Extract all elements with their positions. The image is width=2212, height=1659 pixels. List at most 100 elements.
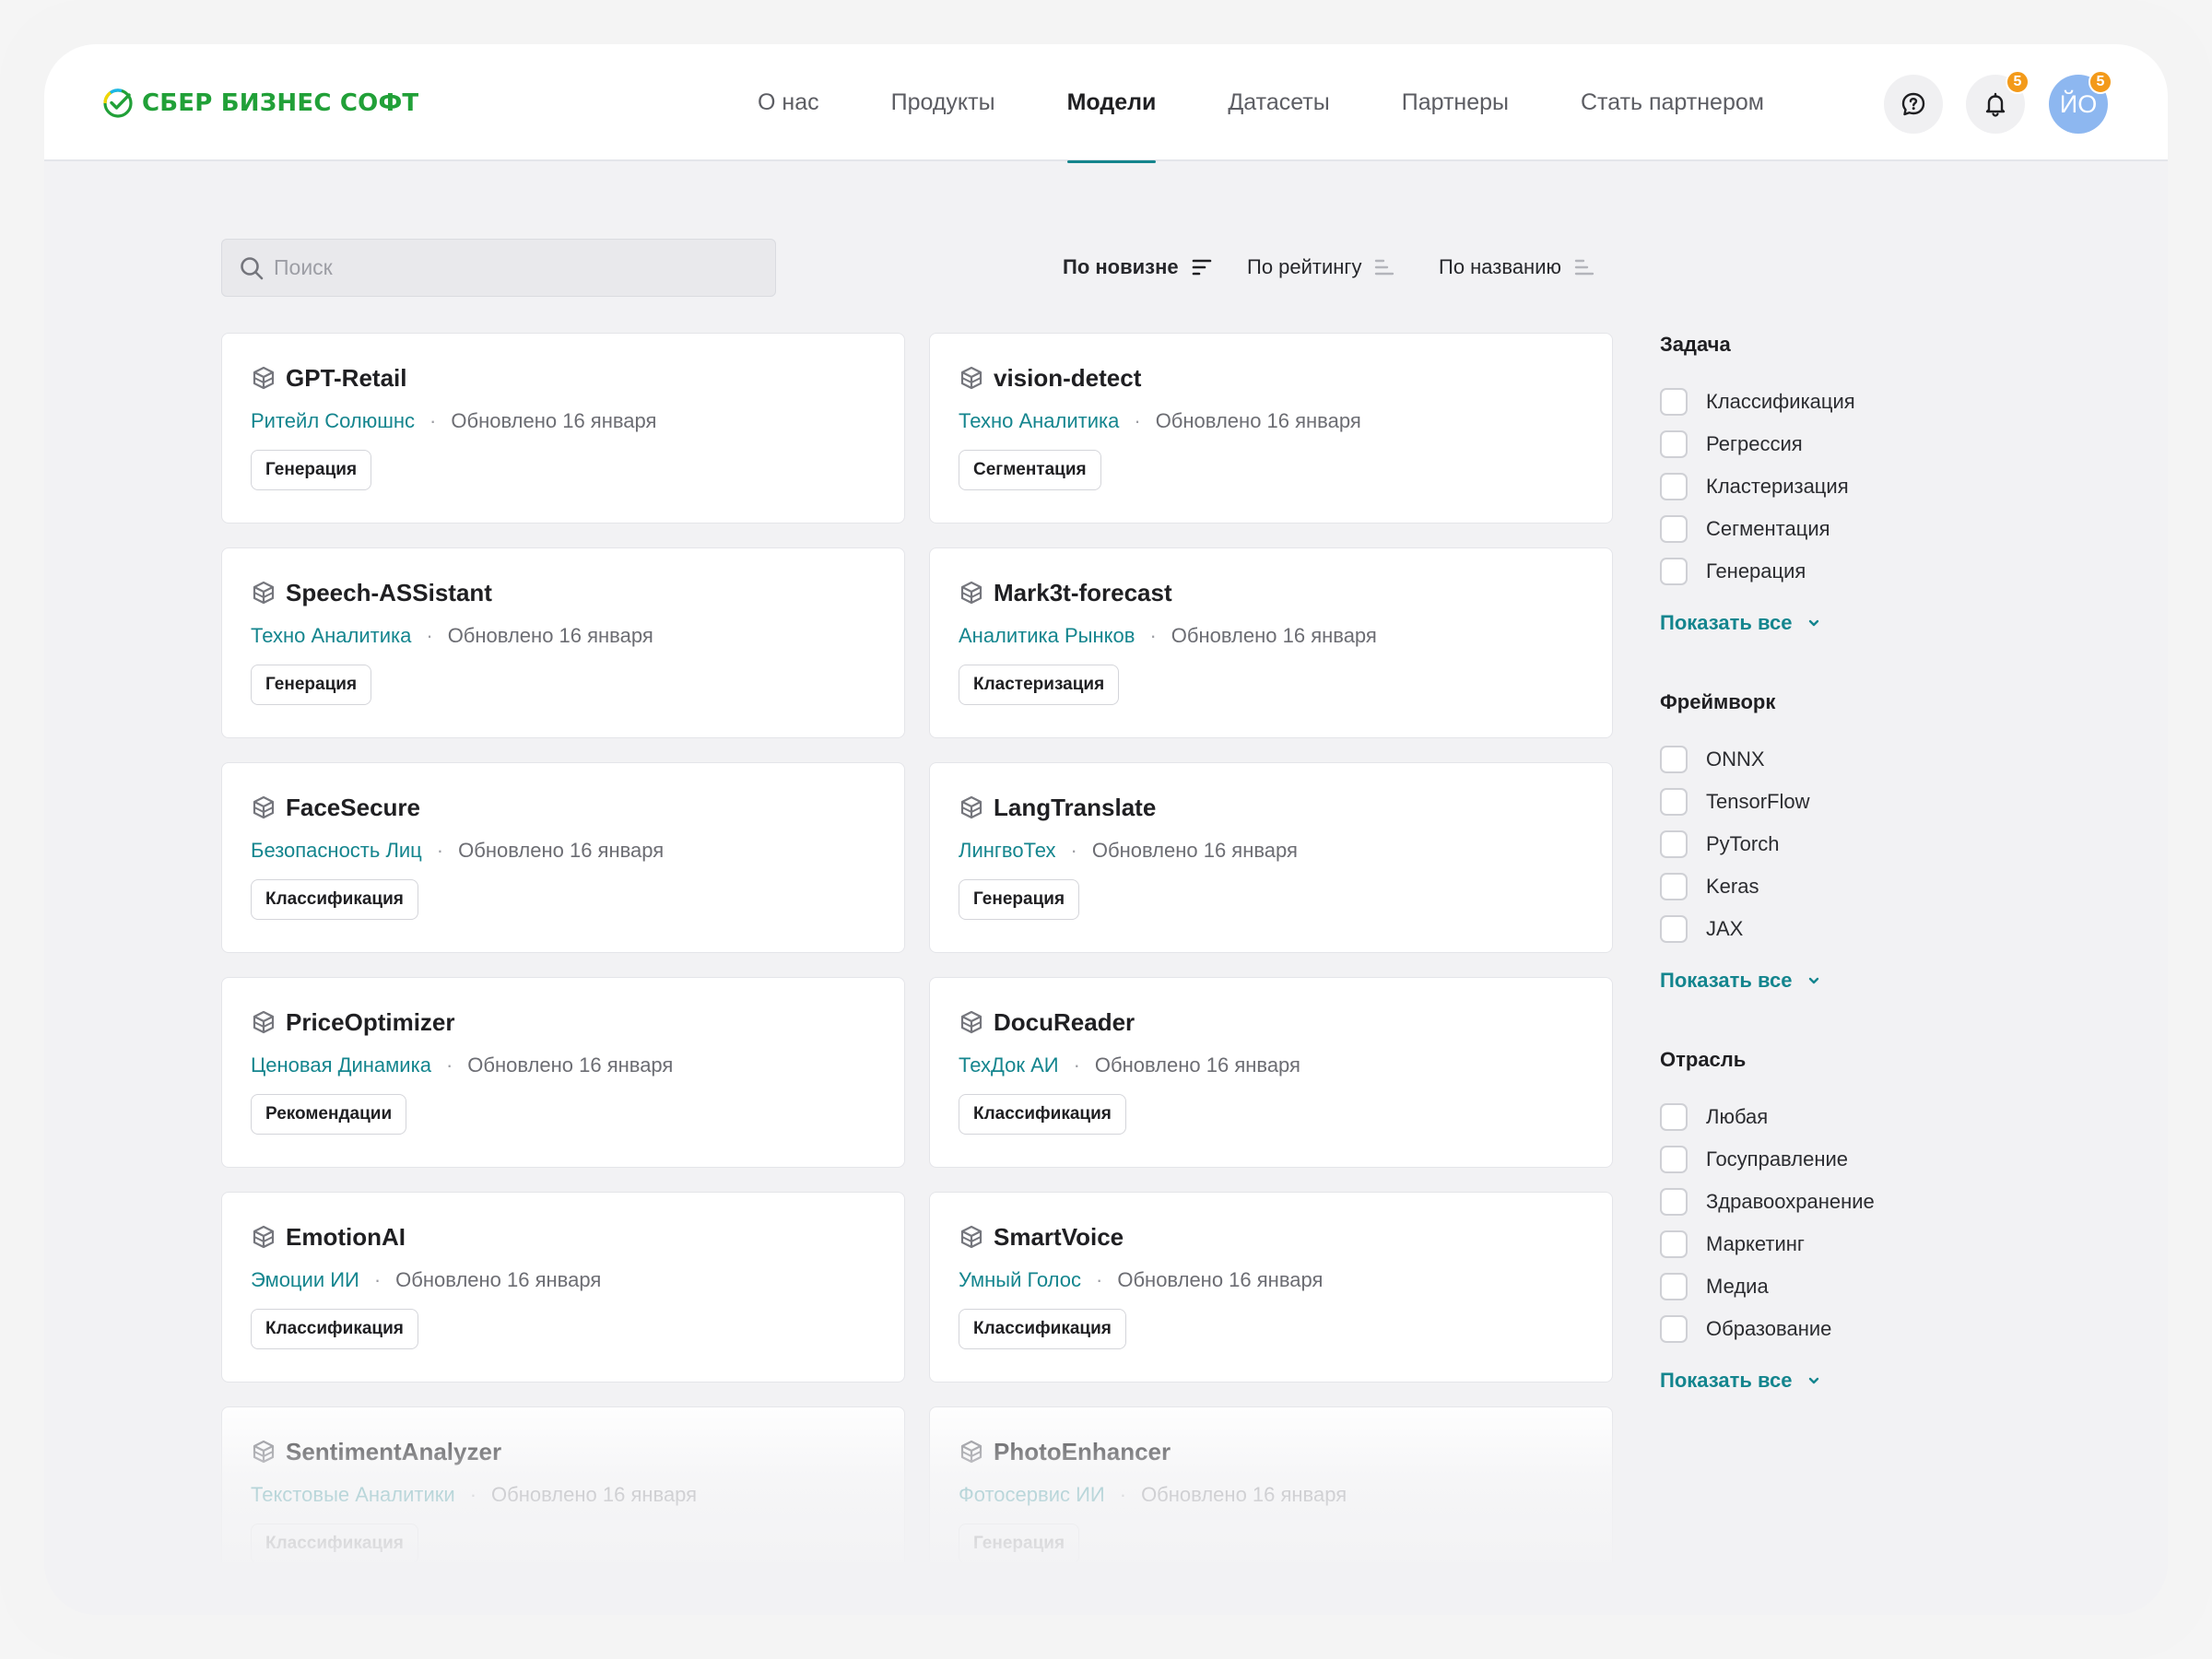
sort-by-name[interactable]: По названию [1439, 249, 1594, 286]
card-header: Speech-ASSistant [251, 578, 877, 607]
card-meta: Ценовая Динамика · Обновлено 16 января [251, 1053, 877, 1077]
model-author-link[interactable]: Фотосервис ИИ [959, 1483, 1105, 1507]
models-grid: GPT-Retail Ритейл Солюшнс · Обновлено 16… [221, 333, 1615, 1562]
filter-checkbox[interactable] [1660, 915, 1688, 943]
show-all-button[interactable]: Показать все [1660, 1369, 2121, 1393]
question-chat-icon [1901, 92, 1925, 116]
nav-item-datasets[interactable]: Датасеты [1228, 44, 1329, 161]
filter-checkbox[interactable] [1660, 873, 1688, 900]
meta-separator: · [1073, 1053, 1080, 1077]
filter-checkbox[interactable] [1660, 430, 1688, 458]
model-updated-date: Обновлено 16 января [1094, 1053, 1300, 1077]
filter-checkbox[interactable] [1660, 515, 1688, 543]
notifications-badge: 5 [2006, 70, 2030, 94]
avatar-initials: ЙО [2059, 89, 2098, 118]
model-author-link[interactable]: Ценовая Динамика [251, 1053, 431, 1077]
model-card[interactable]: FaceSecure Безопасность Лиц · Обновлено … [221, 762, 905, 953]
model-task-tag: Сегментация [959, 450, 1101, 490]
model-task-tag: Классификация [251, 879, 418, 920]
nav-item-about[interactable]: О нас [758, 44, 819, 161]
filter-option[interactable]: Регрессия [1660, 423, 2121, 465]
notifications-button[interactable]: 5 [1966, 70, 2030, 134]
sort-by-newest[interactable]: По новизне [1063, 249, 1212, 286]
filter-checkbox[interactable] [1660, 1146, 1688, 1173]
model-card[interactable]: EmotionAI Эмоции ИИ · Обновлено 16 январ… [221, 1192, 905, 1382]
filter-checkbox[interactable] [1660, 1103, 1688, 1131]
filter-checkbox[interactable] [1660, 830, 1688, 858]
model-card[interactable]: GPT-Retail Ритейл Солюшнс · Обновлено 16… [221, 333, 905, 524]
filter-option[interactable]: Keras [1660, 865, 2121, 908]
filter-option[interactable]: Медиа [1660, 1265, 2121, 1308]
filter-option[interactable]: Классификация [1660, 381, 2121, 423]
filter-option[interactable]: Сегментация [1660, 508, 2121, 550]
card-meta: Ритейл Солюшнс · Обновлено 16 января [251, 409, 877, 433]
filter-option[interactable]: TensorFlow [1660, 781, 2121, 823]
nav-item-products[interactable]: Продукты [891, 44, 995, 161]
filter-option[interactable]: Генерация [1660, 550, 2121, 593]
filter-checkbox[interactable] [1660, 1188, 1688, 1216]
meta-separator: · [469, 1483, 477, 1506]
bell-icon [1985, 92, 2006, 117]
filter-checkbox[interactable] [1660, 1230, 1688, 1258]
model-task-tag: Рекомендации [251, 1094, 407, 1135]
show-all-label: Показать все [1660, 1369, 1793, 1392]
model-updated-date: Обновлено 16 января [451, 409, 657, 432]
model-cube-icon [253, 1225, 275, 1249]
model-card[interactable]: SmartVoice Умный Голос · Обновлено 16 ян… [929, 1192, 1613, 1382]
model-author-link[interactable]: Эмоции ИИ [251, 1268, 359, 1292]
model-author-link[interactable]: Аналитика Рынков [959, 624, 1135, 648]
model-card[interactable]: SentimentAnalyzer Текстовые Аналитики · … [221, 1406, 905, 1562]
show-all-button[interactable]: Показать все [1660, 969, 2121, 993]
filter-option-label: Медиа [1706, 1275, 1769, 1298]
nav-item-partners[interactable]: Партнеры [1402, 44, 1509, 161]
model-author-link[interactable]: ЛингвоТех [959, 839, 1056, 863]
model-author-link[interactable]: Техно Аналитика [251, 624, 411, 648]
filter-option[interactable]: Образование [1660, 1308, 2121, 1350]
model-card[interactable]: Mark3t-forecast Аналитика Рынков · Обнов… [929, 547, 1613, 738]
model-card[interactable]: DocuReader ТехДок АИ · Обновлено 16 янва… [929, 977, 1613, 1168]
model-card[interactable]: LangTranslate ЛингвоТех · Обновлено 16 я… [929, 762, 1613, 953]
model-card[interactable]: PhotoEnhancer Фотосервис ИИ · Обновлено … [929, 1406, 1613, 1562]
filter-option[interactable]: ONNX [1660, 738, 2121, 781]
model-cube-icon [253, 795, 275, 819]
filter-option[interactable]: Здравоохранение [1660, 1181, 2121, 1223]
brand-logo[interactable]: СБЕР БИЗНЕС СОФТ [101, 85, 418, 122]
avatar-badge: 5 [2088, 70, 2112, 94]
model-title: PhotoEnhancer [994, 1437, 1171, 1465]
sort-by-rating[interactable]: По рейтингу [1247, 249, 1394, 286]
filter-option[interactable]: JAX [1660, 908, 2121, 950]
model-author-link[interactable]: ТехДок АИ [959, 1053, 1059, 1077]
filter-checkbox[interactable] [1660, 746, 1688, 773]
support-button[interactable] [1884, 75, 1943, 134]
model-task-tag: Генерация [251, 665, 372, 705]
filter-checkbox[interactable] [1660, 388, 1688, 416]
filter-option[interactable]: Любая [1660, 1096, 2121, 1138]
filter-checkbox[interactable] [1660, 1315, 1688, 1343]
model-card[interactable]: vision-detect Техно Аналитика · Обновлен… [929, 333, 1613, 524]
model-card[interactable]: Speech-ASSistant Техно Аналитика · Обнов… [221, 547, 905, 738]
model-author-link[interactable]: Ритейл Солюшнс [251, 409, 415, 433]
filter-option[interactable]: Госуправление [1660, 1138, 2121, 1181]
filter-group-industry: Отрасль Любая Госуправление Здравоохранение… [1660, 1048, 2121, 1393]
filter-checkbox[interactable] [1660, 1273, 1688, 1300]
filter-option-label: TensorFlow [1706, 790, 1810, 813]
user-avatar[interactable]: ЙО 5 [2049, 70, 2112, 134]
model-author-link[interactable]: Техно Аналитика [959, 409, 1119, 433]
filter-checkbox[interactable] [1660, 788, 1688, 816]
filter-checkbox[interactable] [1660, 473, 1688, 500]
model-author-link[interactable]: Умный Голос [959, 1268, 1081, 1292]
model-author-link[interactable]: Текстовые Аналитики [251, 1483, 455, 1507]
model-card[interactable]: PriceOptimizer Ценовая Динамика · Обновл… [221, 977, 905, 1168]
model-updated-date: Обновлено 16 января [458, 839, 665, 862]
filter-option[interactable]: Кластеризация [1660, 465, 2121, 508]
show-all-button[interactable]: Показать все [1660, 611, 2121, 635]
model-updated-date: Обновлено 16 января [1117, 1268, 1324, 1291]
model-updated-date: Обновлено 16 января [1141, 1483, 1347, 1506]
filter-option[interactable]: Маркетинг [1660, 1223, 2121, 1265]
filter-checkbox[interactable] [1660, 558, 1688, 585]
nav-item-become-partner[interactable]: Стать партнером [1581, 44, 1764, 161]
filter-option[interactable]: PyTorch [1660, 823, 2121, 865]
model-author-link[interactable]: Безопасность Лиц [251, 839, 422, 863]
search-input[interactable] [274, 255, 753, 280]
nav-item-models[interactable]: Модели [1066, 44, 1156, 163]
